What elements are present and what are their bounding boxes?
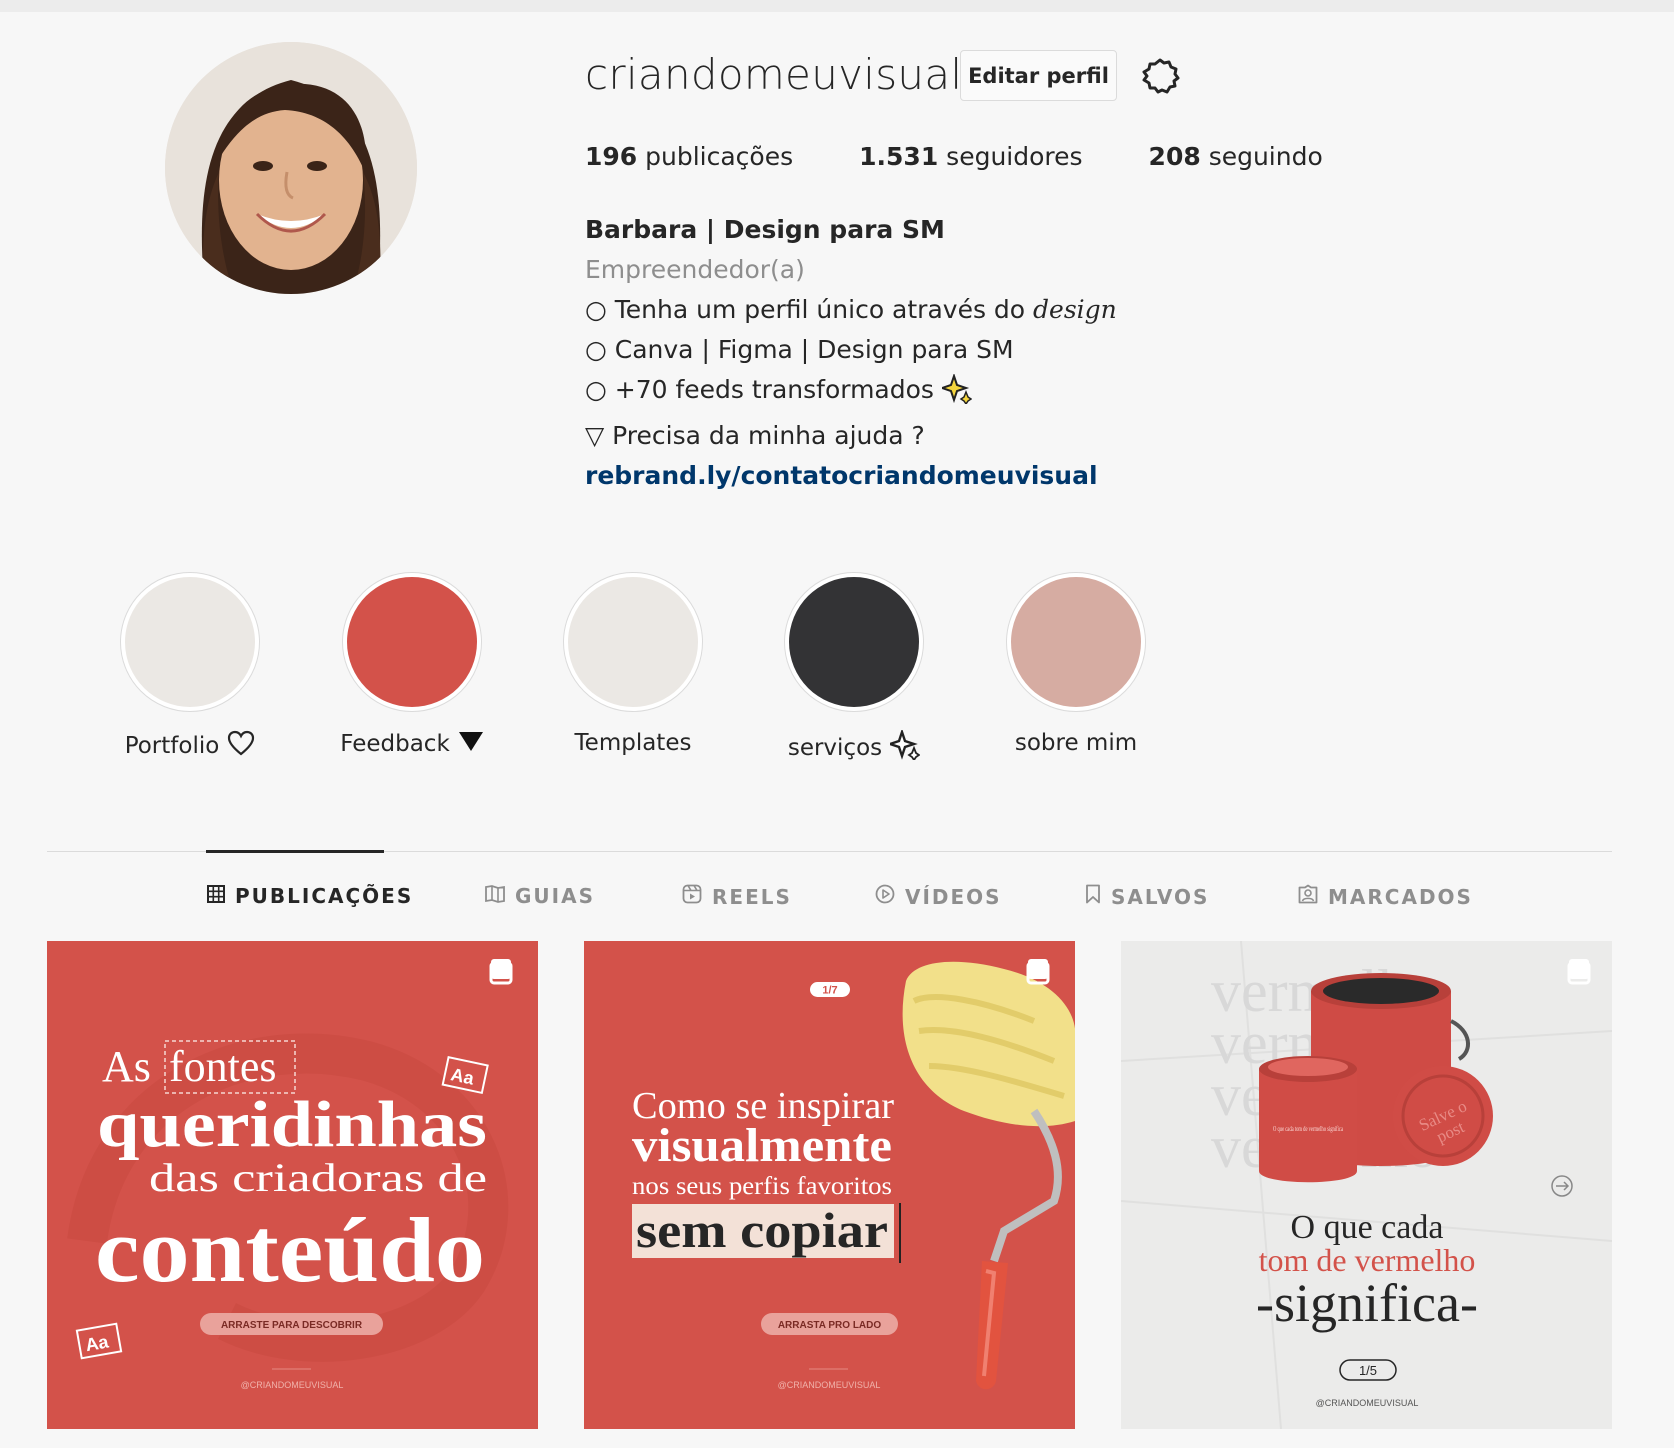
highlight-ring — [342, 572, 482, 712]
reels-icon — [682, 884, 702, 909]
tab-videos[interactable]: VÍDEOS — [875, 884, 1002, 909]
bio-line-1-text: ○ Tenha um perfil único através do — [585, 295, 1034, 324]
highlight-label-text: Templates — [574, 730, 692, 756]
tab-reels[interactable]: REELS — [682, 884, 792, 909]
grid-icon — [207, 884, 225, 908]
post-2-handle: @CRIANDOMEUVISUAL — [778, 1380, 881, 1390]
post-3-line-3: -significa- — [1256, 1273, 1478, 1333]
profile-avatar[interactable] — [165, 42, 417, 294]
bio-category: Empreendedor(a) — [585, 255, 805, 284]
tab-label: VÍDEOS — [905, 884, 1002, 909]
stat-followers-label: seguidores — [946, 142, 1083, 171]
video-icon — [875, 884, 895, 909]
active-tab-indicator — [206, 850, 384, 853]
font-badge-text: Aa — [84, 1331, 111, 1355]
stat-followers-count: 1.531 — [859, 142, 939, 171]
post-3-line-1: O que cada — [1291, 1209, 1444, 1246]
bookmark-icon — [1085, 884, 1101, 909]
highlight-portfolio[interactable]: Portfolio — [120, 572, 260, 772]
highlight-cover — [568, 577, 698, 707]
highlight-ring — [563, 572, 703, 712]
stat-posts-label: publicações — [645, 142, 794, 171]
post-2-pager: 1/7 — [822, 985, 837, 997]
browser-top-strip — [0, 0, 1674, 12]
highlight-label-text: Portfolio — [124, 733, 220, 759]
tagged-icon — [1298, 884, 1318, 909]
post-2-line-3: nos seus perfis favoritos — [632, 1173, 892, 1200]
highlight-label-text: serviços — [787, 735, 883, 761]
bio-name: Barbara | Design para SM — [585, 215, 945, 244]
profile-stats: 196 publicações 1.531 seguidores 208 seg… — [585, 142, 1389, 171]
highlight-templates[interactable]: Templates — [563, 572, 703, 772]
post-3[interactable]: vermelho vermelho vermelho vermelho Salv… — [1121, 941, 1612, 1429]
post-2-cta: ARRASTA PRO LADO — [778, 1320, 882, 1331]
highlight-ring — [1006, 572, 1146, 712]
post-2-line-4: sem copiar — [636, 1202, 888, 1258]
stat-followers[interactable]: 1.531 seguidores — [859, 142, 1082, 171]
highlight-cover — [125, 577, 255, 707]
highlight-label: sobre mim — [966, 730, 1186, 756]
stat-posts[interactable]: 196 publicações — [585, 142, 793, 171]
post-1-line-2: queridinhas — [97, 1088, 487, 1161]
tab-guias[interactable]: GUIAS — [485, 884, 595, 908]
highlight-servicos[interactable]: serviços — [784, 572, 924, 772]
post-2-line-2: visualmente — [632, 1119, 892, 1172]
post-1-line-3: das criadoras de — [149, 1155, 487, 1200]
highlight-label: Templates — [523, 730, 743, 756]
tab-label: GUIAS — [515, 884, 595, 908]
story-highlights: Portfolio Feedback Templates serviços so… — [120, 572, 1220, 772]
bio-line-1: ○ Tenha um perfil único através do desig… — [585, 290, 1117, 330]
guide-icon — [485, 884, 505, 908]
sparkle-icon — [938, 372, 973, 416]
post-1-line-1b: fontes — [169, 1042, 277, 1091]
post-1-line-1a: As — [102, 1042, 151, 1091]
highlight-label-text: Feedback — [340, 731, 450, 757]
triangle-down-icon — [458, 730, 484, 758]
heart-icon — [227, 730, 255, 762]
can-label-text: O que cada tom de vermelho significa — [1273, 1125, 1344, 1133]
post-1-cta: ARRASTE PARA DESCOBRIR — [221, 1320, 363, 1331]
profile-bio: Barbara | Design para SM Empreendedor(a)… — [585, 210, 1117, 496]
highlight-label: Feedback — [302, 730, 522, 758]
post-3-handle: @CRIANDOMEUVISUAL — [1316, 1398, 1419, 1408]
bio-line-3-text: ○ +70 feeds transformados — [585, 375, 934, 404]
stat-following[interactable]: 208 seguindo — [1149, 142, 1323, 171]
tab-label: REELS — [712, 884, 792, 909]
sparkle-icon — [886, 728, 921, 766]
highlight-sobre-mim[interactable]: sobre mim — [1006, 572, 1146, 772]
bio-line-2: ○ Canva | Figma | Design para SM — [585, 335, 1014, 364]
highlight-cover — [1011, 577, 1141, 707]
bio-line-1-emphasis: design — [1033, 295, 1117, 324]
highlight-feedback[interactable]: Feedback — [340, 572, 483, 772]
profile-username: criandomeuvisual — [585, 50, 963, 99]
tab-marcados[interactable]: MARCADOS — [1298, 884, 1473, 909]
tab-label: SALVOS — [1111, 884, 1210, 909]
bio-link[interactable]: rebrand.ly/contatocriandomeuvisual — [585, 456, 1117, 496]
post-1-line-4: conteúdo — [95, 1199, 485, 1301]
tab-salvos[interactable]: SALVOS — [1085, 884, 1209, 909]
highlight-label: serviços — [744, 728, 964, 766]
settings-gear-icon[interactable] — [1138, 54, 1182, 98]
highlight-cover — [789, 577, 919, 707]
highlight-label: Portfolio — [80, 730, 300, 762]
tab-publicacoes[interactable]: PUBLICAÇÕES — [207, 884, 413, 908]
highlight-ring — [784, 572, 924, 712]
bio-line-4: ▽ Precisa da minha ajuda ? — [585, 421, 925, 450]
highlight-cover — [347, 577, 477, 707]
post-3-pager: 1/5 — [1359, 1363, 1377, 1378]
tab-label: PUBLICAÇÕES — [235, 884, 414, 908]
highlight-ring — [120, 572, 260, 712]
stat-following-label: seguindo — [1208, 142, 1323, 171]
stat-following-count: 208 — [1148, 142, 1201, 171]
post-1-handle: @CRIANDOMEUVISUAL — [241, 1380, 344, 1390]
post-2[interactable]: 1/7 Como se inspirar visualmente nos seu… — [584, 941, 1075, 1429]
tab-label: MARCADOS — [1328, 884, 1473, 909]
bio-line-3: ○ +70 feeds transformados — [585, 370, 1117, 416]
edit-profile-button[interactable]: Editar perfil — [960, 50, 1117, 101]
stat-posts-count: 196 — [585, 142, 638, 171]
post-1[interactable]: As fontes queridinhas das criadoras de c… — [47, 941, 538, 1429]
highlight-label-text: sobre mim — [1014, 730, 1138, 756]
